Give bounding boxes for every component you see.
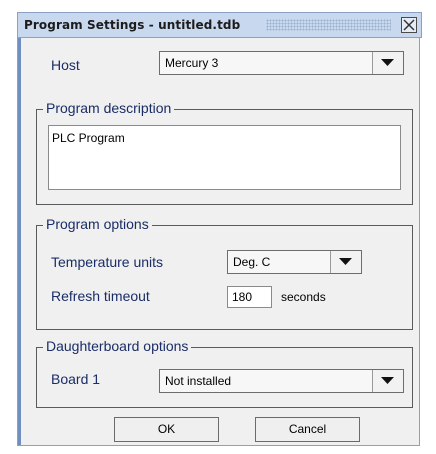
daughterboard-options-group: Daughterboard options Board 1 Not instal… [36, 338, 413, 408]
program-options-legend: Program options [43, 216, 152, 232]
chevron-down-icon [381, 59, 394, 66]
title-bar-grip [266, 19, 391, 31]
program-description-textarea[interactable]: PLC Program [48, 125, 401, 190]
title-bar[interactable]: Program Settings - untitled.tdb [17, 12, 422, 38]
chevron-down-icon [339, 258, 352, 265]
window-title: Program Settings - untitled.tdb [24, 18, 241, 32]
chevron-down-icon [381, 377, 394, 384]
refresh-timeout-input[interactable]: 180 [227, 286, 272, 308]
program-description-group: Program description PLC Program [36, 100, 413, 205]
board-1-value: Not installed [165, 374, 232, 388]
temperature-dropdown-button[interactable] [330, 251, 361, 273]
ok-button[interactable]: OK [114, 417, 219, 442]
close-icon [403, 19, 415, 31]
window-left-border [18, 38, 21, 445]
temperature-units-label: Temperature units [51, 254, 164, 270]
program-options-group: Program options Temperature units Deg. C… [36, 216, 413, 330]
board-1-dropdown-button[interactable] [372, 370, 403, 392]
close-button[interactable] [401, 17, 417, 33]
program-settings-dialog: Program Settings - untitled.tdb Host Mer… [17, 12, 422, 446]
daughterboard-options-legend: Daughterboard options [43, 338, 192, 354]
host-select[interactable]: Mercury 3 [159, 51, 404, 75]
temperature-units-value: Deg. C [233, 255, 271, 269]
refresh-timeout-unit: seconds [281, 290, 326, 304]
temperature-units-select[interactable]: Deg. C [227, 250, 362, 274]
host-label: Host [51, 57, 80, 73]
board-1-label: Board 1 [51, 371, 101, 387]
refresh-timeout-label: Refresh timeout [51, 288, 150, 304]
host-dropdown-button[interactable] [372, 52, 403, 74]
cancel-button[interactable]: Cancel [255, 417, 360, 442]
board-1-select[interactable]: Not installed [159, 369, 404, 393]
host-select-value: Mercury 3 [165, 56, 219, 70]
program-description-legend: Program description [43, 100, 175, 116]
